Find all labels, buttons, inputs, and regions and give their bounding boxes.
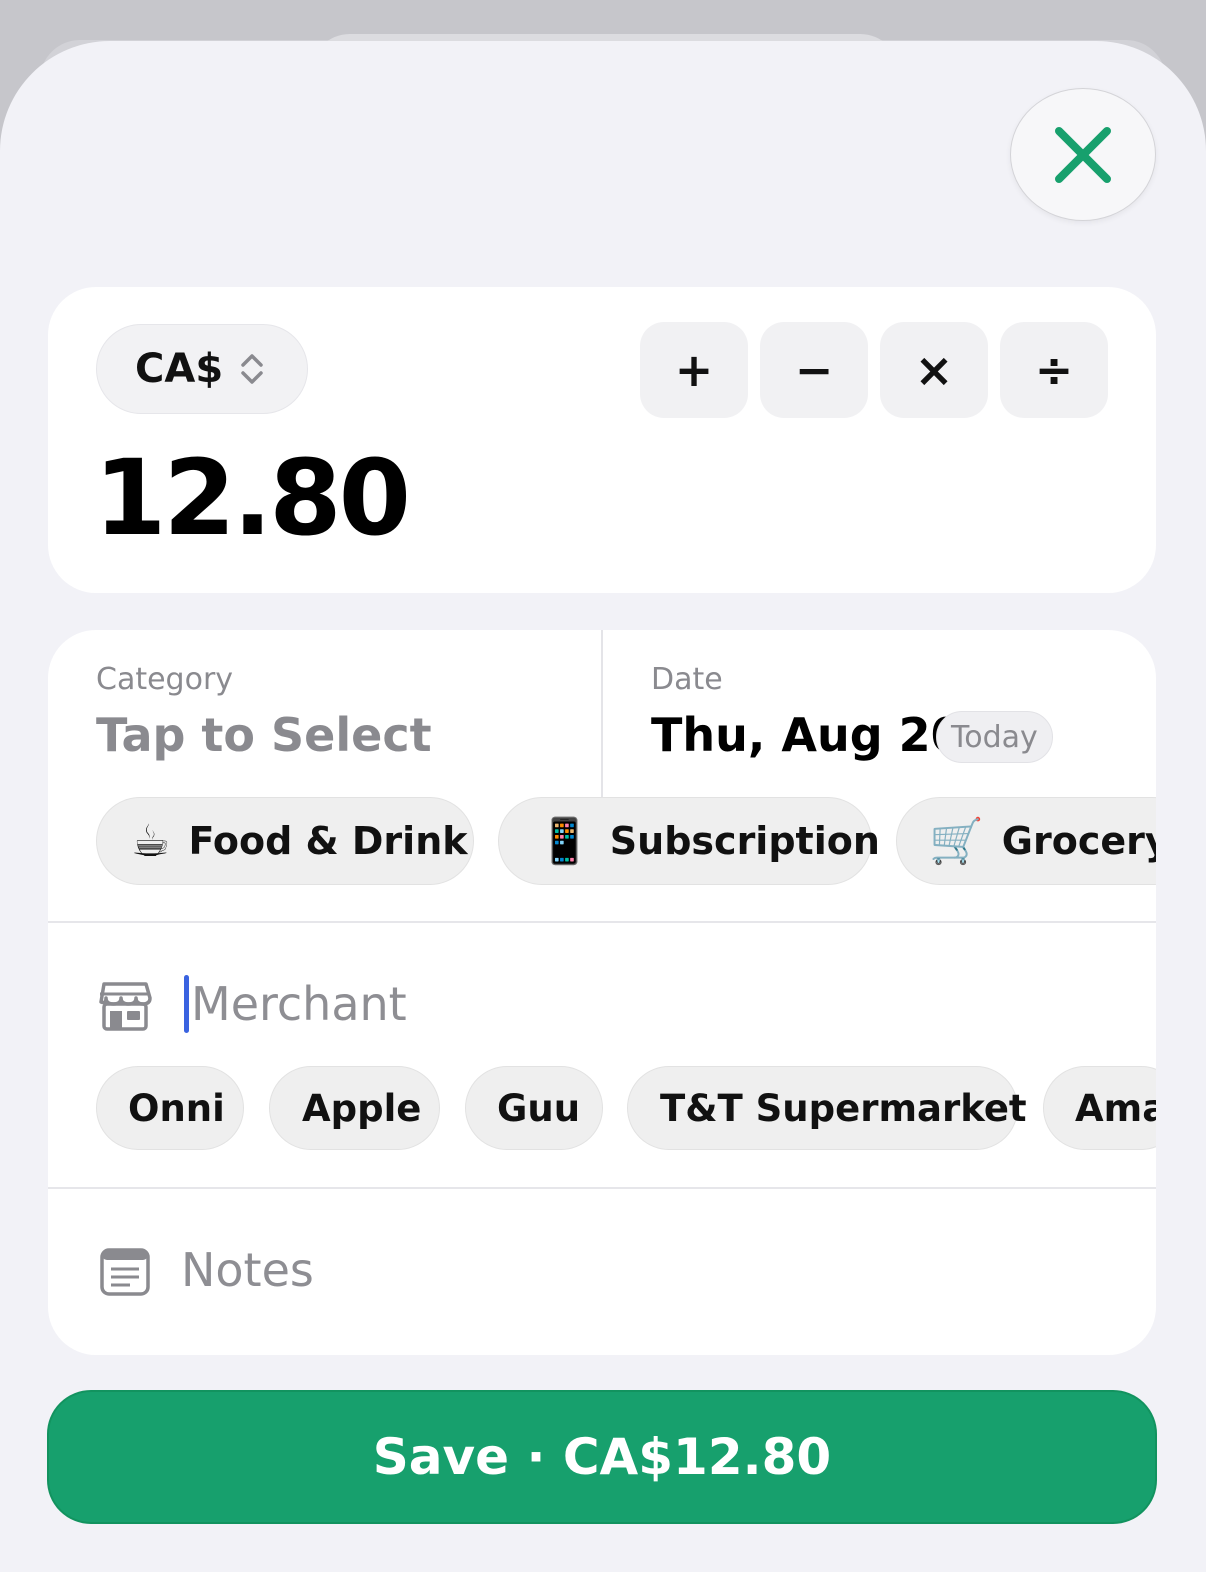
date-label: Date (651, 662, 723, 697)
xmark-icon (1055, 126, 1111, 183)
category-chip-grocery[interactable]: 🛒 Grocery (896, 797, 1156, 885)
chip-label: Grocery (1001, 819, 1156, 863)
divider (48, 1187, 1156, 1189)
category-field[interactable]: Category Tap to Select (48, 630, 601, 798)
divide-button[interactable]: ÷ (1000, 322, 1108, 418)
today-badge: Today (936, 711, 1053, 763)
minus-button[interactable]: − (760, 322, 868, 418)
merchant-chip-amazon[interactable]: Ama (1043, 1066, 1156, 1150)
save-button[interactable]: Save · CA$12.80 (47, 1390, 1157, 1524)
merchant-input[interactable]: Merchant (184, 975, 407, 1033)
category-label: Category (96, 662, 234, 697)
category-value: Tap to Select (96, 708, 432, 762)
coffee-icon: ☕ (131, 815, 171, 867)
chevron-up-down-icon (241, 354, 263, 384)
merchant-chip-onni[interactable]: Onni (96, 1066, 244, 1150)
merchant-chip-guu[interactable]: Guu (465, 1066, 603, 1150)
plus-button[interactable]: + (640, 322, 748, 418)
notes-input[interactable]: Notes (181, 1243, 314, 1297)
chip-label: Subscription (609, 819, 880, 863)
divider (48, 921, 1156, 923)
notes-icon (100, 1248, 150, 1300)
close-button[interactable] (1010, 88, 1156, 221)
cart-icon: 🛒 (929, 816, 984, 867)
merchant-placeholder: Merchant (191, 977, 407, 1031)
currency-label: CA$ (135, 346, 224, 392)
phone-icon: 📱 (537, 816, 592, 867)
date-field[interactable]: Date Thu, Aug 20 (603, 630, 1156, 798)
category-chip-food-drink[interactable]: ☕ Food & Drink (96, 797, 474, 885)
details-card: Category Tap to Select Date Thu, Aug 20 … (48, 630, 1156, 1355)
date-value: Thu, Aug 20 (651, 708, 963, 762)
storefront-icon (98, 980, 152, 1036)
amount-card: CA$ + − × ÷ 12.80 (48, 287, 1156, 593)
text-caret (184, 975, 189, 1033)
multiply-button[interactable]: × (880, 322, 988, 418)
merchant-chip-apple[interactable]: Apple (269, 1066, 440, 1150)
currency-picker[interactable]: CA$ (96, 324, 308, 414)
amount-value[interactable]: 12.80 (94, 437, 411, 559)
chip-label: Food & Drink (188, 819, 468, 863)
merchant-chip-tt-supermarket[interactable]: T&T Supermarket (627, 1066, 1027, 1150)
category-chip-subscription[interactable]: 📱 Subscription (498, 797, 880, 885)
